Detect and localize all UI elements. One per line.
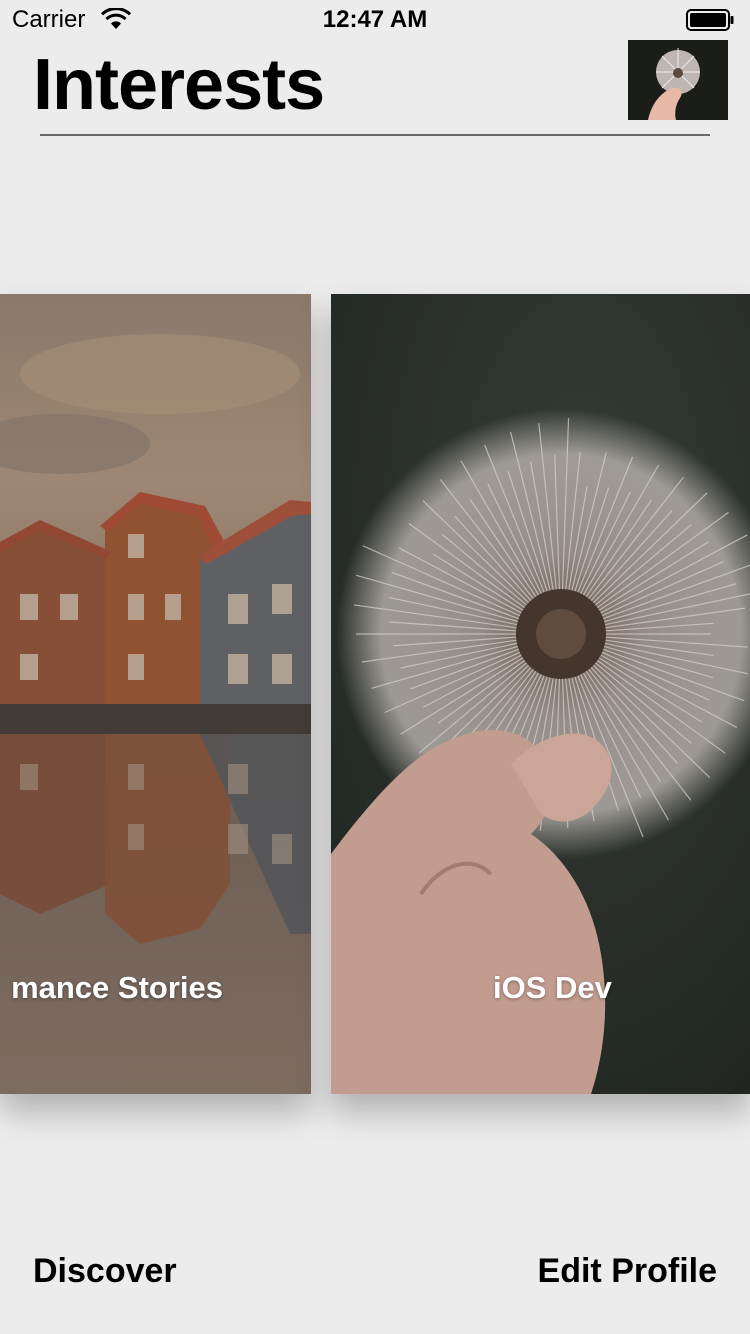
status-bar: Carrier 12:47 AM — [0, 0, 750, 40]
discover-button[interactable]: Discover — [33, 1252, 177, 1291]
interest-card-ios-dev[interactable]: iOS Dev — [331, 294, 750, 1094]
status-time: 12:47 AM — [322, 6, 428, 33]
interest-card-label: mance Stories — [11, 970, 223, 1005]
dandelion-avatar-icon — [628, 40, 728, 120]
interest-card-label: iOS Dev — [493, 970, 612, 1005]
edit-profile-button[interactable]: Edit Profile — [538, 1252, 717, 1291]
header-divider — [40, 134, 710, 136]
battery-icon — [686, 9, 734, 31]
interest-card-romance-stories[interactable]: mance Stories — [0, 294, 311, 1094]
avatar[interactable] — [628, 40, 728, 120]
page-title: Interests — [33, 45, 325, 125]
